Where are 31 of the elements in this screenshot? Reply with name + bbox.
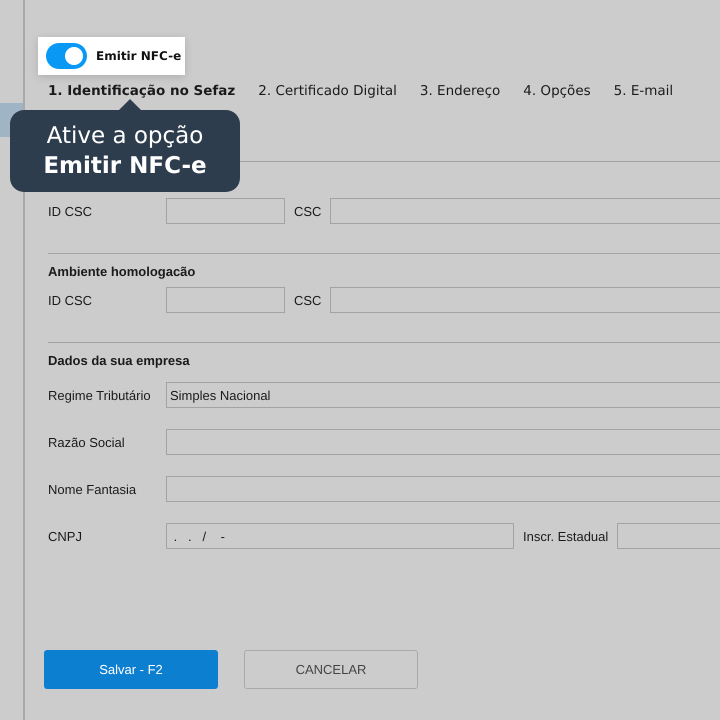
step-tab[interactable]: 3. Endereço	[420, 83, 500, 99]
field-label: CSC	[294, 204, 322, 218]
step-tab[interactable]: 2. Certificado Digital	[258, 83, 397, 99]
field-label: Nome Fantasia	[48, 482, 138, 496]
tooltip-highlight: Emitir NFC-e	[43, 152, 207, 181]
input-field[interactable]	[166, 429, 720, 455]
cancel-button[interactable]: CANCELAR	[244, 650, 418, 689]
input-field[interactable]	[166, 198, 285, 224]
step-tab[interactable]: 4. Opções	[523, 83, 591, 99]
input-field[interactable]: Simples Nacional	[166, 382, 720, 408]
input-field[interactable]: . . / -	[166, 523, 514, 549]
field-label: ID CSC	[48, 204, 94, 218]
toggle-switch[interactable]	[46, 43, 87, 69]
input-field[interactable]	[166, 287, 285, 313]
field-label: Razão Social	[48, 434, 126, 450]
section-title: Dados da sua empresa	[48, 353, 191, 368]
step-tab[interactable]: 1. Identificação no Sefaz	[48, 83, 236, 99]
step-tab[interactable]: 5. E-mail	[614, 83, 674, 99]
input-field[interactable]	[166, 476, 720, 502]
tooltip-text: Ative a opção	[46, 122, 204, 151]
input-field[interactable]	[330, 287, 720, 313]
input-field[interactable]	[330, 198, 720, 224]
field-label: Regime Tributário	[48, 388, 152, 402]
field-label: Inscr. Estadual	[523, 528, 608, 544]
save-button[interactable]: Salvar - F2	[44, 650, 218, 689]
field-label: CSC	[294, 292, 322, 308]
toggle-label: Emitir NFC-e	[96, 49, 182, 63]
field-label: CNPJ	[48, 528, 83, 544]
field-label: ID CSC	[48, 292, 94, 308]
section-title: Ambiente homologacão	[48, 264, 196, 279]
input-field[interactable]	[617, 523, 720, 549]
